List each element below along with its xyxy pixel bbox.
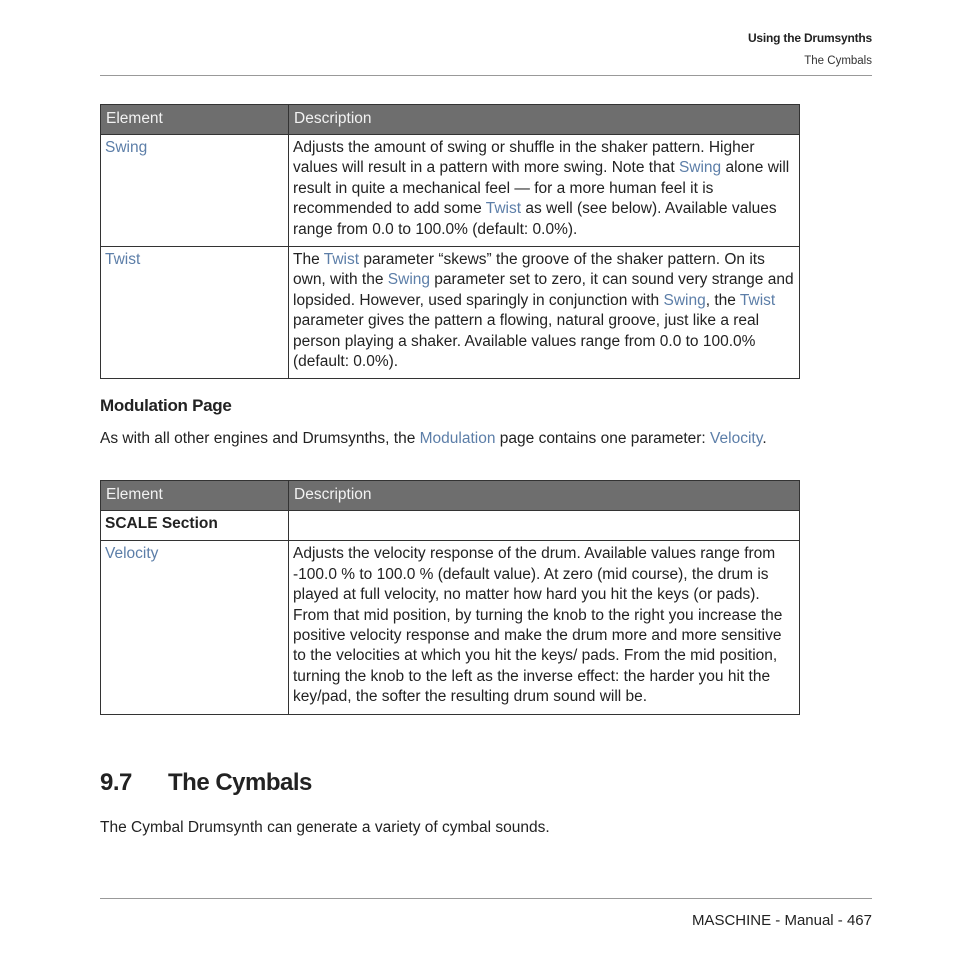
- section-label: SCALE Section: [100, 509, 289, 542]
- section-body-paragraph: The Cymbal Drumsynth can generate a vari…: [100, 819, 550, 836]
- text-run: .: [762, 430, 767, 447]
- text-run: The: [293, 251, 324, 269]
- page-footer: MASCHINE - Manual - 467: [691, 912, 872, 929]
- text-run: page contains one parameter:: [495, 430, 711, 447]
- section-heading: 9.7 The Cymbals: [100, 769, 312, 797]
- text-run: As with all other engines and Drumsynths…: [100, 430, 420, 447]
- table-row: Twist The Twist parameter “skews” the gr…: [100, 246, 800, 380]
- inline-link-modulation[interactable]: Modulation: [420, 430, 496, 447]
- column-header-element: Element: [100, 104, 289, 135]
- text-run: , the: [705, 291, 740, 309]
- row-description: The Twist parameter “skews” the groove o…: [288, 246, 800, 380]
- footer-divider: [100, 898, 872, 899]
- header-divider: [100, 75, 872, 76]
- table-row: Velocity Adjusts the velocity response o…: [100, 540, 800, 715]
- empty-cell: [288, 509, 800, 542]
- column-header-description: Description: [288, 104, 800, 135]
- element-link-swing[interactable]: Swing: [105, 139, 147, 156]
- running-header-chapter: Using the Drumsynths: [747, 31, 872, 45]
- row-description: Adjusts the velocity response of the dru…: [288, 540, 800, 715]
- column-header-element: Element: [100, 480, 289, 511]
- inline-link-velocity[interactable]: Veloc­ity: [710, 430, 762, 447]
- row-description: Adjusts the amount of swing or shuffle i…: [288, 133, 800, 248]
- parameter-table-modulation: Element Description SCALE Section Veloci…: [100, 480, 800, 715]
- modulation-intro-paragraph: As with all other engines and Drumsynths…: [100, 429, 805, 449]
- inline-link-swing[interactable]: Swing: [388, 271, 430, 288]
- section-title: The Cymbals: [168, 769, 312, 796]
- inline-link-twist[interactable]: Twist: [486, 200, 521, 217]
- section-number: 9.7: [100, 769, 132, 796]
- inline-link-swing[interactable]: Swing: [664, 292, 706, 309]
- table-section-row: SCALE Section: [100, 509, 800, 542]
- inline-link-twist[interactable]: Twist: [740, 292, 775, 309]
- column-header-description: Description: [288, 480, 800, 511]
- element-link-velocity[interactable]: Velocity: [105, 545, 158, 562]
- inline-link-twist[interactable]: Twist: [324, 251, 359, 268]
- running-header-section: The Cymbals: [804, 55, 872, 67]
- table-header-row: Element Description: [100, 480, 800, 511]
- subsection-heading: Modulation Page: [100, 396, 232, 415]
- table-row: Swing Adjusts the amount of swing or shu…: [100, 133, 800, 248]
- text-run: parameter gives the pattern a flowing, n…: [293, 312, 760, 371]
- parameter-table-shaker: Element Description Swing Adjusts the am…: [100, 104, 800, 380]
- table-header-row: Element Description: [100, 104, 800, 135]
- inline-link-swing[interactable]: Swing: [679, 159, 721, 176]
- element-link-twist[interactable]: Twist: [105, 251, 140, 268]
- text-run: Adjusts the velocity response of the dru…: [293, 545, 783, 706]
